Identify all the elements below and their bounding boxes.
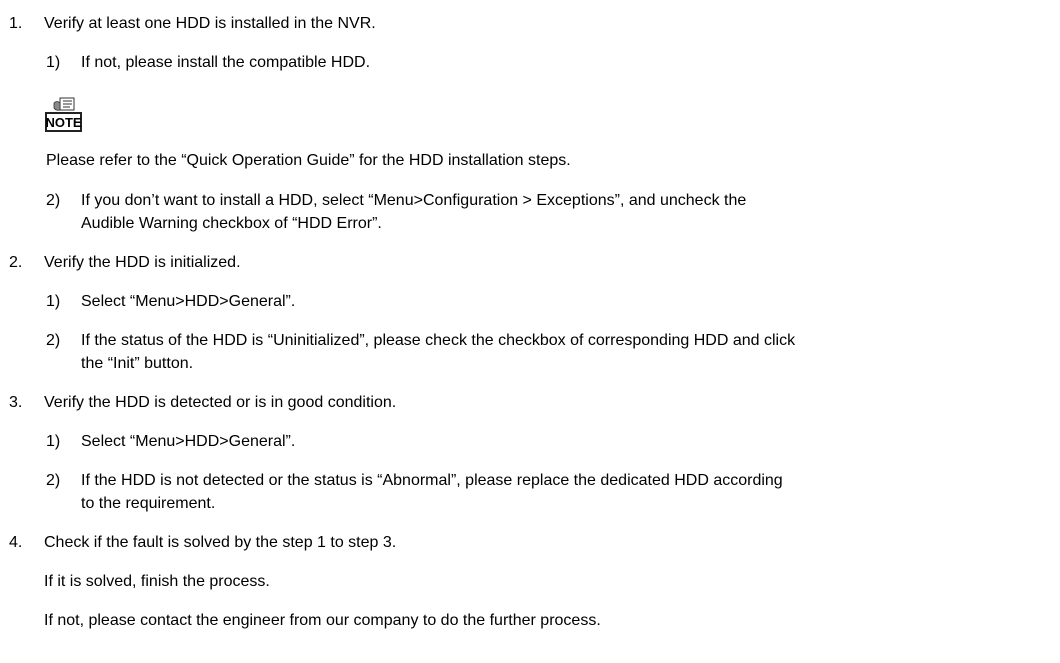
step-4-number: 4. — [9, 534, 23, 551]
note-text: Please refer to the “Quick Operation Gui… — [46, 152, 571, 169]
step-2-substep-1-text: Select “Menu>HDD>General”. — [81, 293, 296, 310]
step-4-paragraph-1: If it is solved, finish the process. — [44, 573, 270, 590]
step-2-substep-1-number: 1) — [46, 293, 61, 310]
step-1-substep-1-text: If not, please install the compatible HD… — [81, 54, 371, 71]
step-1-text: Verify at least one HDD is installed in … — [44, 15, 376, 32]
step-2-substep-2-number: 2) — [46, 332, 61, 349]
note-icon: NOTE — [45, 97, 82, 133]
step-3-substep-2-number: 2) — [46, 472, 61, 489]
step-2-text: Verify the HDD is initialized. — [44, 254, 241, 271]
step-3-substep-2-text: If the HDD is not detected or the status… — [81, 472, 783, 489]
step-1-substep-1-number: 1) — [46, 54, 61, 71]
step-4-paragraph-2: If not, please contact the engineer from… — [44, 612, 601, 629]
step-1-substep-2-number: 2) — [46, 192, 61, 209]
step-3-substep-1-number: 1) — [46, 433, 61, 450]
step-2-substep-2-text-cont: the “Init” button. — [81, 355, 194, 372]
step-3-text: Verify the HDD is detected or is in good… — [44, 394, 397, 411]
step-2-number: 2. — [9, 254, 23, 271]
note-icon-graphic: NOTE — [45, 97, 82, 132]
step-3-number: 3. — [9, 394, 23, 411]
step-3-substep-2-text-cont: to the requirement. — [81, 495, 216, 512]
step-2-substep-2-text: If the status of the HDD is “Uninitializ… — [81, 332, 796, 349]
note-icon-label: NOTE — [45, 115, 81, 130]
step-3-substep-1-text: Select “Menu>HDD>General”. — [81, 433, 296, 450]
step-1-substep-2-text: If you don’t want to install a HDD, sele… — [81, 192, 747, 209]
step-4-text: Check if the fault is solved by the step… — [44, 534, 397, 551]
step-1-number: 1. — [9, 15, 23, 32]
step-1-substep-2-text-cont: Audible Warning checkbox of “HDD Error”. — [81, 215, 382, 232]
